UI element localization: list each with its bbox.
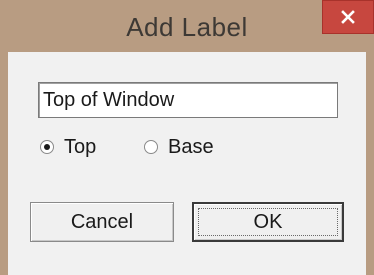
window-frame-left	[0, 52, 8, 275]
close-icon	[341, 10, 355, 24]
radio-base-label[interactable]: Base	[168, 136, 214, 159]
add-label-dialog: Add Label Top Base Cancel OK	[0, 0, 374, 275]
radio-top[interactable]: Top	[40, 134, 96, 160]
title-bar[interactable]: Add Label	[0, 0, 374, 52]
window-title: Add Label	[126, 12, 248, 42]
dialog-body: Top Base Cancel OK	[8, 52, 366, 275]
window-frame-right	[366, 52, 374, 275]
cancel-button[interactable]: Cancel	[30, 202, 174, 242]
radio-base[interactable]: Base	[144, 134, 214, 160]
label-text-input[interactable]	[38, 82, 338, 118]
close-button[interactable]	[322, 0, 374, 34]
radio-selected-dot	[44, 144, 50, 150]
radio-top-label[interactable]: Top	[64, 136, 96, 159]
radio-base-button[interactable]	[144, 140, 158, 154]
ok-button-label: OK	[253, 211, 283, 233]
radio-top-button[interactable]	[40, 140, 54, 154]
ok-button[interactable]: OK	[192, 202, 344, 242]
